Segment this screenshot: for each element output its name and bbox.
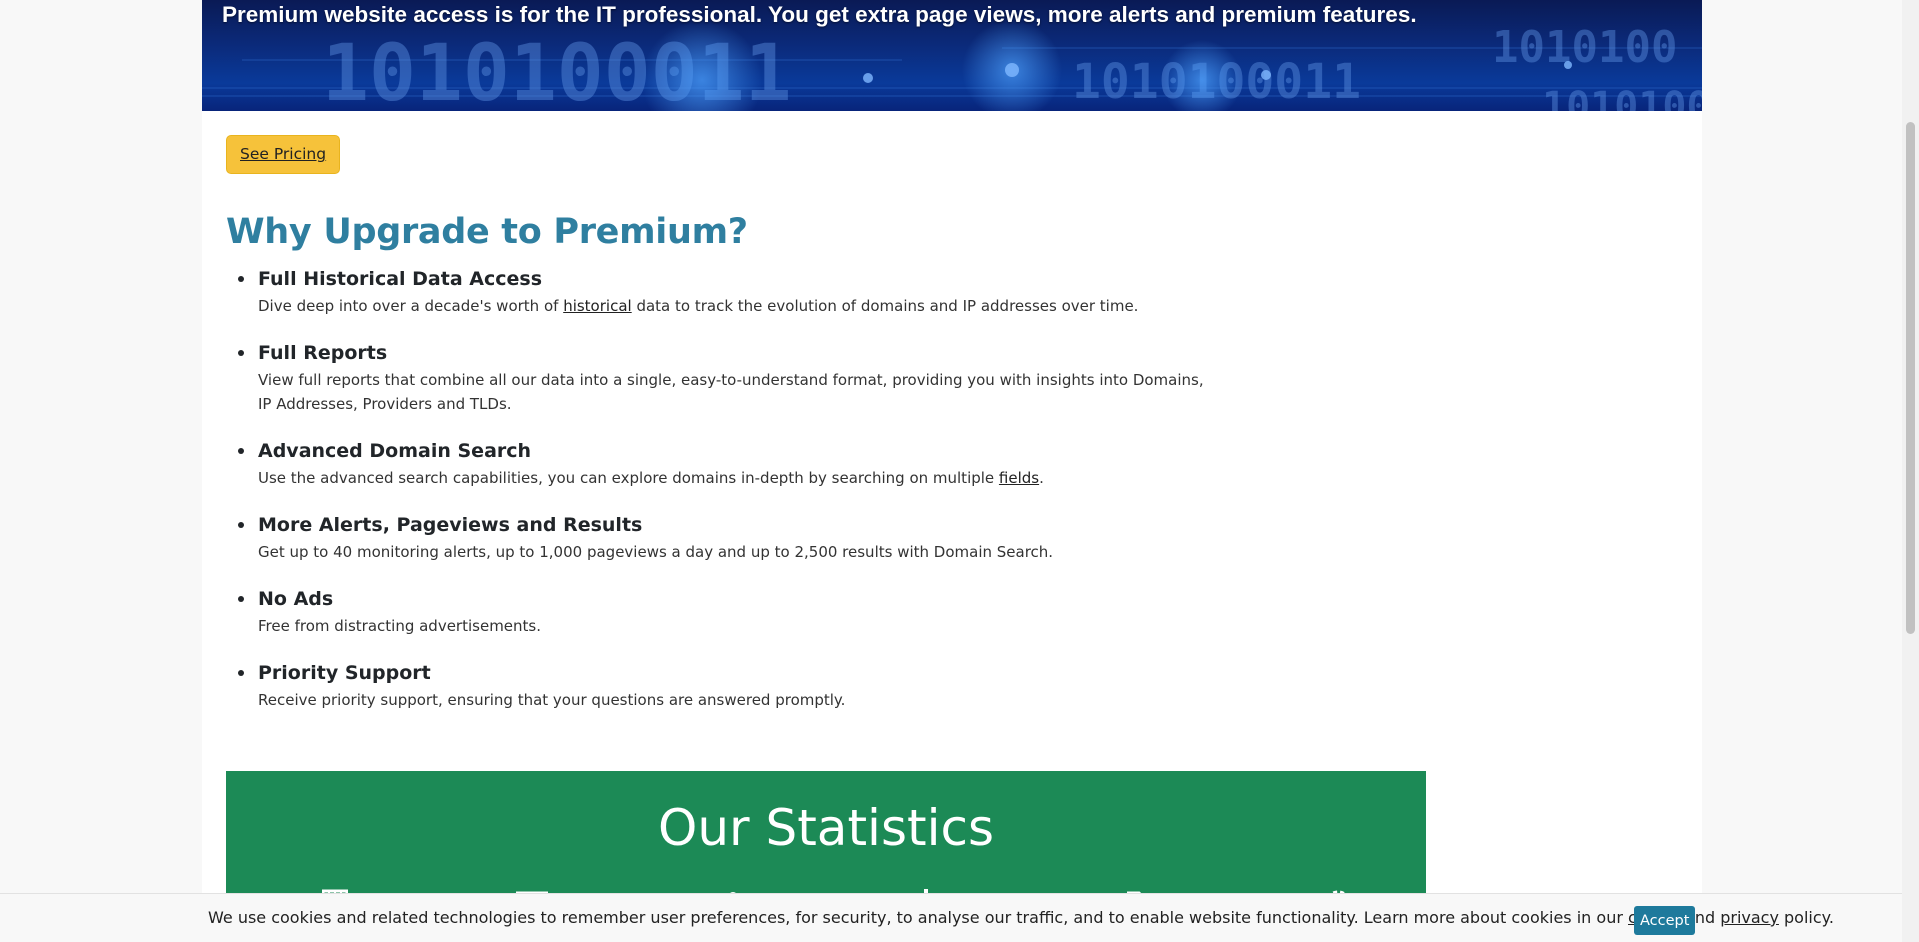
list-item: No Ads Free from distracting advertiseme… <box>238 584 1186 638</box>
list-item: Advanced Domain Search Use the advanced … <box>238 436 1186 490</box>
list-item: More Alerts, Pageviews and Results Get u… <box>238 510 1186 564</box>
list-item: Priority Support Receive priority suppor… <box>238 658 1186 712</box>
feature-description: Dive deep into over a decade's worth of … <box>258 297 1139 315</box>
historical-link[interactable]: historical <box>563 297 632 315</box>
feature-title: More Alerts, Pageviews and Results <box>258 514 643 536</box>
svg-text:1010100: 1010100 <box>1492 22 1677 73</box>
feature-description: Receive priority support, ensuring that … <box>258 691 846 709</box>
feature-title: Advanced Domain Search <box>258 440 532 462</box>
page-title: Why Upgrade to Premium? <box>226 212 748 252</box>
list-item: Full Reports View full reports that comb… <box>238 338 1204 416</box>
page-scrollbar[interactable] <box>1902 0 1919 942</box>
feature-description: Use the advanced search capabilities, yo… <box>258 469 1044 487</box>
fields-link[interactable]: fields <box>999 469 1039 487</box>
feature-description: Get up to 40 monitoring alerts, up to 1,… <box>258 543 1054 561</box>
cookie-consent-bar: We use cookies and related technologies … <box>0 893 1919 942</box>
svg-text:1010100: 1010100 <box>1542 84 1702 111</box>
see-pricing-button[interactable]: See Pricing <box>226 135 341 174</box>
accept-cookies-button[interactable]: Accept <box>1634 906 1695 935</box>
feature-title: No Ads <box>258 588 334 610</box>
list-item: Full Historical Data Access Dive deep in… <box>238 264 1186 318</box>
hero-banner: 1010100011 1010100011 1010100 1010100 Pr… <box>202 0 1702 111</box>
feature-description: View full reports that combine all our d… <box>258 371 1204 413</box>
feature-title: Priority Support <box>258 662 431 684</box>
privacy-policy-link[interactable]: privacy <box>1720 908 1779 927</box>
feature-list: Full Historical Data Access Dive deep in… <box>226 264 1204 732</box>
feature-title: Full Reports <box>258 342 388 364</box>
feature-title: Full Historical Data Access <box>258 268 542 290</box>
hero-tagline: Premium website access is for the IT pro… <box>222 2 1417 27</box>
statistics-title: Our Statistics <box>657 799 995 857</box>
feature-description: Free from distracting advertisements. <box>258 617 542 635</box>
cookie-message: We use cookies and related technologies … <box>208 908 1834 927</box>
scrollbar-thumb[interactable] <box>1906 122 1915 634</box>
page-container: 1010100011 1010100011 1010100 1010100 Pr… <box>202 0 1702 942</box>
